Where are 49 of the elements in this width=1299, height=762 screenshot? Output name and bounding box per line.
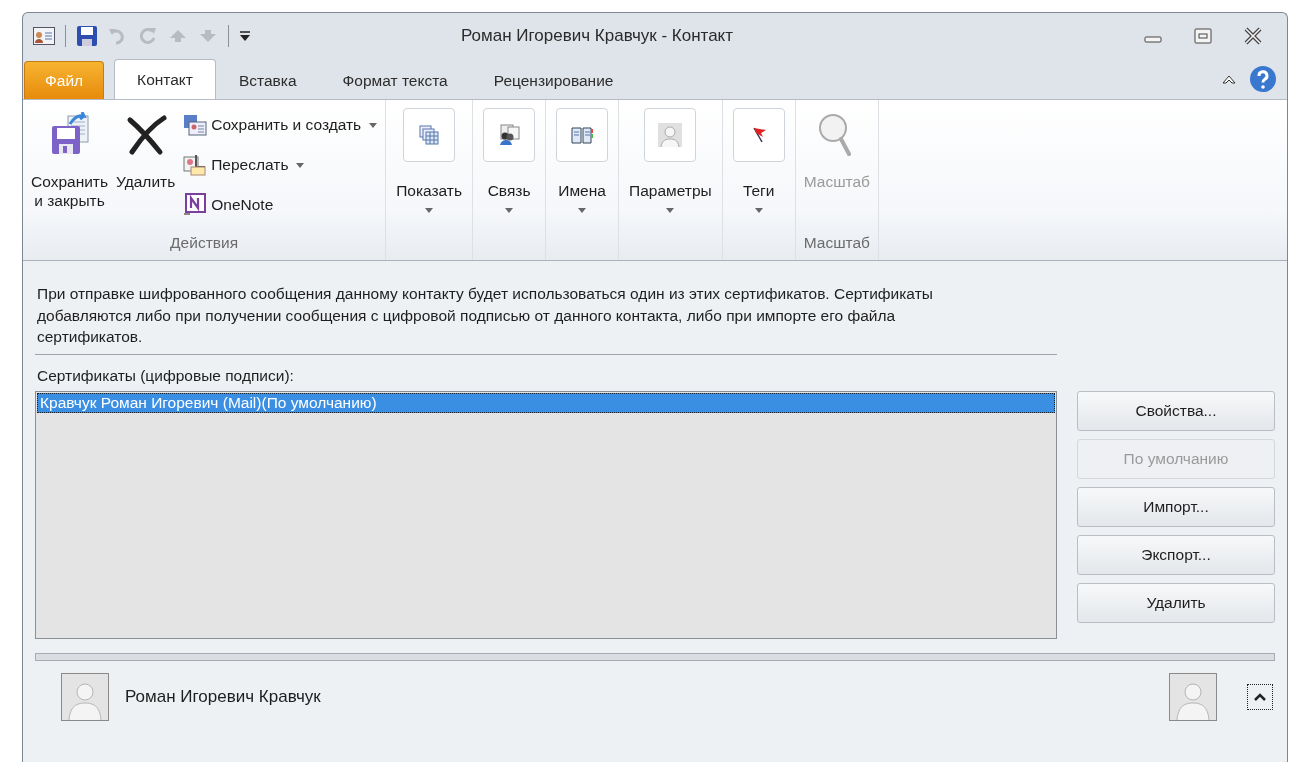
delete-button[interactable]: Удалить: [114, 106, 178, 234]
contact-card-icon[interactable]: [33, 27, 55, 45]
dropdown-caret-icon: [296, 162, 305, 168]
ribbon-tab[interactable]: Рецензирование: [470, 61, 637, 99]
dropdown-caret-icon: [666, 208, 675, 213]
ribbon-dropdown-button[interactable]: Параметры: [625, 106, 716, 234]
onenote-icon: [183, 193, 208, 217]
dialog-button[interactable]: Экспорт...: [1077, 535, 1275, 576]
dialog-button[interactable]: Импорт...: [1077, 487, 1275, 528]
contact-card-icon: [183, 113, 208, 137]
ribbon-dropdown-button[interactable]: Теги: [728, 106, 789, 234]
ribbon-dropdown-button[interactable]: Показать: [392, 106, 467, 234]
contacts-icon: [498, 124, 521, 146]
certificates-label: Сертификаты (цифровые подписи):: [37, 367, 295, 386]
save-icon[interactable]: [76, 25, 98, 47]
dropdown-caret-icon: [369, 122, 378, 128]
contact-photo-placeholder: [61, 673, 109, 722]
pages-icon: [418, 124, 441, 146]
ribbon-tab[interactable]: Формат текста: [319, 61, 471, 99]
window-title: Роман Игоревич Кравчук - Контакт: [461, 26, 734, 46]
save-close-button[interactable]: Сохранить и закрыть: [29, 106, 111, 234]
caret-up-icon: [1254, 693, 1266, 702]
ribbon-button[interactable]: Сохранить и создать: [181, 106, 380, 144]
person-icon: [658, 123, 683, 147]
ribbon-button[interactable]: Переслать: [181, 146, 380, 184]
contact-name: Роман Игоревич Кравчук: [125, 687, 322, 708]
dialog-button[interactable]: Удалить: [1077, 583, 1275, 624]
expand-button[interactable]: [1247, 684, 1273, 711]
dropdown-caret-icon: [578, 208, 587, 213]
ribbon-tab[interactable]: Вставка: [215, 61, 320, 99]
group-label: Действия: [170, 234, 239, 251]
forward-contact-icon: [183, 153, 208, 177]
collapse-ribbon-icon[interactable]: [1221, 73, 1237, 85]
ribbon-button[interactable]: OneNote: [181, 186, 380, 224]
customize-menu-icon[interactable]: [239, 30, 251, 42]
help-icon[interactable]: [1249, 65, 1277, 93]
avatar-placeholder: [1169, 673, 1217, 722]
dropdown-caret-icon: [425, 208, 434, 213]
ribbon-tab[interactable]: Контакт: [114, 59, 216, 99]
restore-icon[interactable]: [1193, 26, 1213, 46]
ribbon-dropdown-button[interactable]: Связь: [479, 106, 540, 234]
dropdown-caret-icon: [754, 208, 763, 213]
ribbon-dropdown-button[interactable]: Имена: [552, 106, 613, 234]
dropdown-caret-icon: [505, 208, 514, 213]
close-icon[interactable]: [1243, 26, 1263, 46]
group-label: Масштаб: [803, 234, 870, 251]
dialog-button[interactable]: Свойства...: [1077, 391, 1275, 432]
address-book-icon: [571, 124, 594, 146]
description-text: При отправке шифрованного сообщения данному контакту будет использоваться один из этих сертификатов. Сертификаты добавляются либо при получении сообщения с цифровой подписью от данного контакта, либо при импорте его файла сертификатов.: [37, 284, 934, 348]
